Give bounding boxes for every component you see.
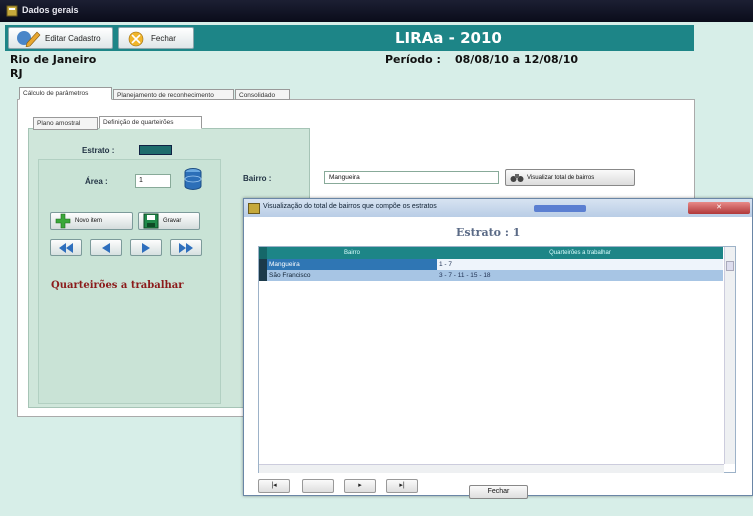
dialog-nav-first-button[interactable]: |◂ [258, 479, 290, 493]
dialog-title-highlight [534, 205, 586, 212]
dialog-navigator: |◂ ▸ ▸| [258, 479, 426, 495]
cell-bairro: Mangueira [267, 259, 437, 270]
table-row[interactable]: São Francisco 3 - 7 - 11 - 15 - 18 [259, 270, 723, 281]
close-label: Fechar [151, 33, 176, 43]
dialog-nav-last-button[interactable]: ▸| [386, 479, 418, 493]
bairro-input[interactable]: Mangueira [324, 171, 499, 184]
save-button[interactable]: Gravar [138, 212, 200, 230]
tab-definicao-quarteiroes[interactable]: Definição de quarteirões [99, 116, 202, 129]
grid-selector-header [259, 247, 267, 259]
bairro-label: Bairro : [243, 174, 272, 183]
app-title: LIRAa - 2010 [395, 29, 502, 47]
close-button[interactable]: Fechar [118, 27, 194, 49]
close-icon [128, 31, 144, 47]
tab-consolidado[interactable]: Consolidado [235, 89, 290, 100]
edit-register-label: Editar Cadastro [45, 33, 101, 43]
binoculars-icon [510, 174, 524, 182]
nav-first-button[interactable] [50, 239, 82, 256]
dialog-window-icon [248, 203, 260, 214]
view-districts-label: Visualizar total de bairros [527, 174, 595, 181]
dialog-titlebar: Visualização do total de bairros que com… [244, 199, 752, 217]
cell-quarteiroes: 3 - 7 - 11 - 15 - 18 [437, 270, 723, 281]
dialog-close-button[interactable]: ✕ [688, 202, 750, 214]
tab-plano-amostral[interactable]: Plano amostral [33, 117, 98, 130]
area-label: Área : [85, 177, 108, 186]
horizontal-scrollbar[interactable] [259, 464, 724, 473]
window-titlebar: Dados gerais [0, 0, 753, 22]
dialog-fechar-button[interactable]: Fechar [469, 485, 528, 499]
estrato-field[interactable] [139, 145, 172, 155]
nav-prev-button[interactable] [90, 239, 122, 256]
period-label: Período : [385, 53, 441, 66]
view-districts-button[interactable]: Visualizar total de bairros [505, 169, 635, 186]
window-icon [6, 5, 18, 17]
scroll-thumb[interactable] [726, 261, 734, 271]
dialog-nav-next-button[interactable]: ▸ [344, 479, 376, 493]
add-icon [55, 213, 71, 229]
app-window: Dados gerais Editar Cadastro Fechar LIRA… [0, 0, 753, 516]
area-input[interactable]: 1 [135, 174, 171, 188]
pencil-icon [17, 31, 41, 47]
first-icon [59, 242, 73, 253]
prev-icon [102, 242, 110, 253]
tab-calculo-parametros[interactable]: Cálculo de parâmetros [19, 87, 112, 100]
city-name: Rio de Janeiro [10, 53, 97, 66]
state-abbreviation: RJ [10, 67, 23, 80]
cell-bairro: São Francisco [267, 270, 437, 281]
row-selector[interactable] [259, 270, 267, 281]
next-icon [142, 242, 150, 253]
window-title: Dados gerais [22, 5, 79, 15]
save-label: Gravar [163, 218, 182, 224]
table-row[interactable]: Mangueira 1 - 7 [259, 259, 723, 270]
cell-quarteiroes: 1 - 7 [437, 259, 723, 270]
database-icon[interactable] [183, 167, 203, 191]
dialog-title: Visualização do total de bairros que com… [263, 203, 437, 210]
districts-grid: Bairro Quarteirões a trabalhar Mangueira… [258, 246, 736, 473]
grid-header-bairro[interactable]: Bairro [267, 247, 437, 259]
nav-next-button[interactable] [130, 239, 162, 256]
vertical-scrollbar[interactable] [724, 247, 735, 464]
period-value: 08/08/10 a 12/08/10 [455, 53, 578, 66]
districts-dialog: Visualização do total de bairros que com… [243, 198, 753, 499]
tab-planejamento[interactable]: Planejamento de reconhecimento [113, 89, 234, 100]
new-item-button[interactable]: Novo item [50, 212, 133, 230]
last-icon [179, 242, 193, 253]
nav-last-button[interactable] [170, 239, 202, 256]
grid-header-quarteiroes[interactable]: Quarteirões a trabalhar [437, 247, 723, 259]
estrato-label: Estrato : [82, 146, 115, 155]
toolbar: Editar Cadastro Fechar LIRAa - 2010 [5, 25, 694, 51]
blocks-to-work-heading: Quarteirões a trabalhar [51, 280, 184, 291]
save-icon [143, 213, 159, 229]
dialog-estrato-title: Estrato : 1 [456, 226, 521, 239]
dialog-nav-prev-button[interactable] [302, 479, 334, 493]
edit-register-button[interactable]: Editar Cadastro [8, 27, 113, 49]
row-selector[interactable] [259, 259, 267, 270]
new-item-label: Novo item [75, 218, 103, 224]
